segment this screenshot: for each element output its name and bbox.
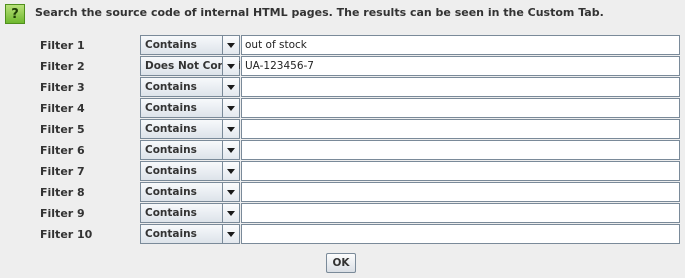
- filter-row-10: Filter 10 Contains: [0, 224, 685, 245]
- filter-row-5: Filter 5 Contains: [0, 119, 685, 140]
- chevron-down-icon[interactable]: [222, 225, 239, 243]
- filter-row-9: Filter 9 Contains: [0, 203, 685, 224]
- ok-button[interactable]: OK: [326, 253, 356, 273]
- chevron-down-icon[interactable]: [222, 36, 239, 54]
- description-text: Search the source code of internal HTML …: [35, 6, 604, 19]
- condition-value: Contains: [145, 81, 197, 93]
- filter-value-input[interactable]: [241, 161, 680, 181]
- chevron-down-icon[interactable]: [222, 183, 239, 201]
- filter-label: Filter 6: [40, 144, 85, 157]
- chevron-down-icon[interactable]: [222, 141, 239, 159]
- condition-dropdown[interactable]: Contains: [140, 161, 240, 181]
- filter-row-3: Filter 3 Contains: [0, 77, 685, 98]
- filter-label: Filter 8: [40, 186, 85, 199]
- condition-dropdown[interactable]: Contains: [140, 119, 240, 139]
- condition-dropdown[interactable]: Contains: [140, 224, 240, 244]
- filter-label: Filter 1: [40, 39, 85, 52]
- condition-value: Contains: [145, 207, 197, 219]
- filter-label: Filter 2: [40, 60, 85, 73]
- condition-value: Contains: [145, 102, 197, 114]
- filter-row-1: Filter 1 Contains: [0, 35, 685, 56]
- condition-value: Contains: [145, 39, 197, 51]
- chevron-down-icon[interactable]: [222, 78, 239, 96]
- condition-dropdown[interactable]: Contains: [140, 77, 240, 97]
- filter-row-2: Filter 2 Does Not Contain: [0, 56, 685, 77]
- condition-dropdown[interactable]: Contains: [140, 203, 240, 223]
- chevron-down-icon[interactable]: [222, 99, 239, 117]
- help-icon: ?: [11, 6, 19, 22]
- condition-dropdown[interactable]: Contains: [140, 140, 240, 160]
- filter-label: Filter 3: [40, 81, 85, 94]
- filter-value-input[interactable]: [241, 203, 680, 223]
- chevron-down-icon[interactable]: [222, 162, 239, 180]
- filter-value-input[interactable]: [241, 119, 680, 139]
- chevron-down-icon[interactable]: [222, 57, 239, 75]
- filter-value-input[interactable]: [241, 140, 680, 160]
- condition-value: Contains: [145, 144, 197, 156]
- condition-dropdown[interactable]: Contains: [140, 35, 240, 55]
- condition-value: Contains: [145, 123, 197, 135]
- filter-value-input[interactable]: [241, 224, 680, 244]
- help-button[interactable]: ?: [5, 4, 25, 24]
- filter-value-input[interactable]: [241, 77, 680, 97]
- filter-value-input[interactable]: [241, 56, 680, 76]
- condition-dropdown[interactable]: Does Not Contain: [140, 56, 248, 76]
- filter-row-7: Filter 7 Contains: [0, 161, 685, 182]
- filter-row-8: Filter 8 Contains: [0, 182, 685, 203]
- filter-label: Filter 4: [40, 102, 85, 115]
- filter-value-input[interactable]: [241, 182, 680, 202]
- filter-label: Filter 10: [40, 228, 93, 241]
- chevron-down-icon[interactable]: [222, 204, 239, 222]
- condition-value: Contains: [145, 186, 197, 198]
- filter-value-input[interactable]: [241, 98, 680, 118]
- condition-value: Contains: [145, 228, 197, 240]
- condition-dropdown[interactable]: Contains: [140, 98, 240, 118]
- filter-label: Filter 9: [40, 207, 85, 220]
- filter-label: Filter 7: [40, 165, 85, 178]
- filter-value-input[interactable]: [241, 35, 680, 55]
- chevron-down-icon[interactable]: [222, 120, 239, 138]
- filter-row-6: Filter 6 Contains: [0, 140, 685, 161]
- condition-dropdown[interactable]: Contains: [140, 182, 240, 202]
- filter-label: Filter 5: [40, 123, 85, 136]
- condition-value: Contains: [145, 165, 197, 177]
- filter-row-4: Filter 4 Contains: [0, 98, 685, 119]
